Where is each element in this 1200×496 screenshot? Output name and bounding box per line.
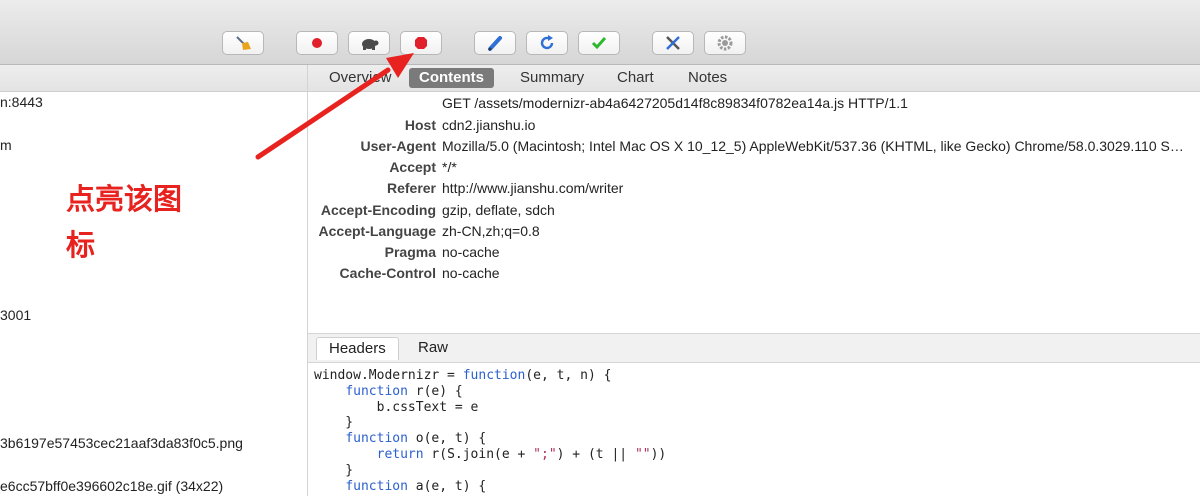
annotation-text: 点亮该图 标	[66, 176, 206, 268]
annotation-line-2: 标	[66, 228, 96, 262]
annotation-line-1: 点亮该图	[66, 182, 183, 216]
